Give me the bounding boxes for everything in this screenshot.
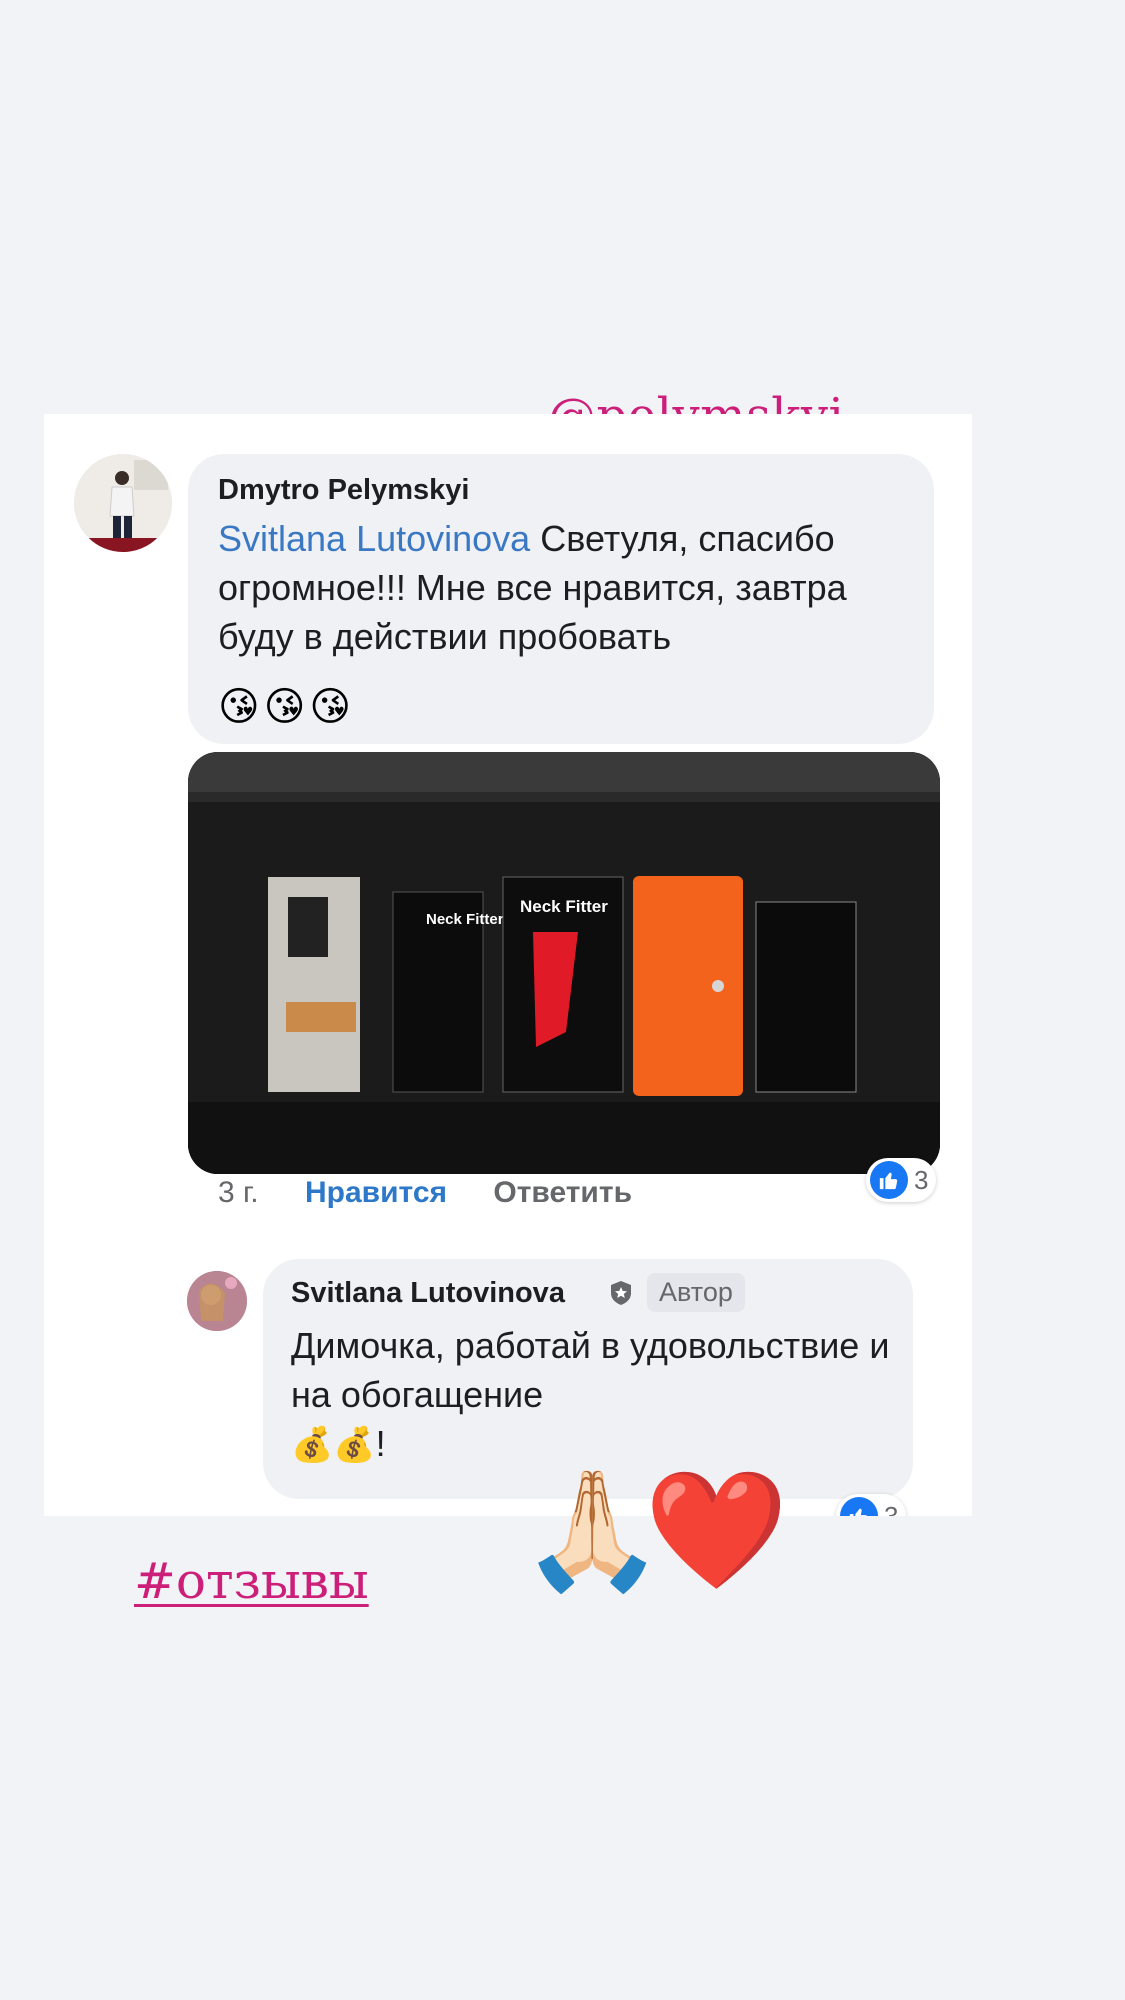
- commenter-avatar[interactable]: [74, 454, 172, 552]
- comment-card: Dmytro Pelymskyi Svitlana Lutovinova Све…: [44, 414, 972, 1516]
- reply-bubble: Svitlana Lutovinova Автор Димочка, работ…: [263, 1259, 913, 1499]
- praying-hands-icon: 🙏🏻: [520, 1465, 665, 1595]
- author-avatar[interactable]: [187, 1271, 247, 1331]
- comment-bubble: Dmytro Pelymskyi Svitlana Lutovinova Све…: [188, 454, 934, 744]
- reply-punctuation: !: [375, 1423, 386, 1464]
- comment-actions: 3 г. Нравится Ответить: [218, 1176, 670, 1210]
- hashtag-sticker[interactable]: #отзывы: [134, 1552, 369, 1610]
- reply-body: Димочка, работай в удовольствие и на обо…: [291, 1325, 890, 1415]
- reaction-count[interactable]: 3: [866, 1158, 937, 1202]
- product-label: Neck Fitter: [520, 897, 608, 916]
- comment-text: Svitlana Lutovinova Светуля, спасибо огр…: [218, 514, 918, 661]
- kiss-emojis: 😘😘😘: [218, 685, 356, 729]
- black-cape: [755, 901, 857, 1093]
- comment-photo[interactable]: Neck Fitter Neck Fitter: [188, 752, 940, 1174]
- shield-badge-icon: [611, 1281, 631, 1305]
- reply-reaction-count[interactable]: 3: [836, 1494, 907, 1517]
- like-thumb-icon: [870, 1161, 908, 1199]
- reply-author[interactable]: Svitlana Lutovinova: [291, 1277, 565, 1310]
- red-heart-icon: ❤️: [644, 1465, 789, 1595]
- product-label: Neck Fitter: [426, 911, 504, 928]
- mentioned-user-link[interactable]: Svitlana Lutovinova: [218, 518, 530, 559]
- orange-case: [633, 876, 743, 1096]
- author-badge: Автор: [647, 1273, 745, 1312]
- person-photo-icon: [187, 1271, 247, 1331]
- reply-text: Димочка, работай в удовольствие и на обо…: [291, 1321, 891, 1470]
- like-button[interactable]: Нравится: [305, 1176, 447, 1209]
- money-bag-emojis: 💰💰: [291, 1426, 376, 1464]
- reaction-number: 3: [884, 1500, 899, 1517]
- reply-button[interactable]: Ответить: [493, 1176, 632, 1209]
- like-thumb-icon: [840, 1497, 878, 1516]
- reaction-number: 3: [914, 1164, 929, 1195]
- products-photo: Neck Fitter Neck Fitter: [188, 752, 940, 1174]
- comment-time[interactable]: 3 г.: [218, 1176, 259, 1209]
- person-photo-icon: [74, 454, 172, 552]
- comment-author[interactable]: Dmytro Pelymskyi: [218, 474, 469, 507]
